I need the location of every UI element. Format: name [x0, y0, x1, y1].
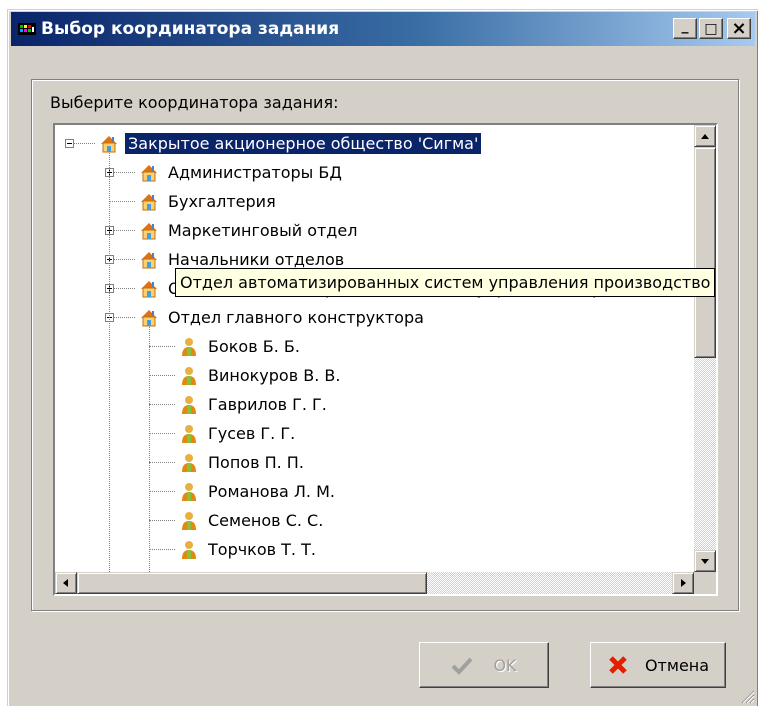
arrow-right-icon — [681, 579, 686, 587]
employee-node[interactable]: Боков Б. Б. — [179, 333, 303, 360]
scroll-left-button[interactable] — [55, 572, 77, 594]
ok-button[interactable]: OK — [419, 642, 549, 688]
employee-node[interactable]: Гусев Г. Г. — [179, 420, 298, 447]
tree-connector — [149, 346, 175, 347]
person-icon — [179, 366, 199, 386]
checkmark-icon — [451, 654, 473, 676]
tree-connector — [149, 375, 175, 376]
house-icon — [139, 192, 159, 212]
tree-connector — [109, 148, 110, 572]
tree-connector — [109, 201, 135, 202]
person-icon — [179, 540, 199, 560]
horizontal-scrollbar[interactable] — [55, 572, 694, 594]
employee-label: Гусев Г. Г. — [208, 424, 296, 443]
employee-node[interactable]: Романова Л. М. — [179, 478, 338, 505]
employee-label: Винокуров В. В. — [208, 366, 341, 385]
minimize-icon: _ — [681, 17, 689, 34]
employee-label: Боков Б. Б. — [208, 337, 300, 356]
scrollbar-corner — [694, 572, 716, 594]
maximize-icon: □ — [704, 20, 718, 37]
tree-connector — [149, 491, 175, 492]
arrow-left-icon — [63, 579, 68, 587]
person-icon — [179, 453, 199, 473]
employee-label: Романова Л. М. — [208, 482, 335, 501]
cancel-label: Отмена — [644, 655, 710, 675]
app-icon — [18, 21, 36, 37]
department-label: Отдел главного конструктора — [168, 308, 424, 327]
department-node[interactable]: Бухгалтерия — [139, 188, 279, 215]
scroll-up-button[interactable] — [694, 125, 716, 147]
tree-viewport: Закрытое акционерное общество 'Сигма' Адм… — [55, 125, 694, 572]
house-icon — [139, 250, 159, 270]
title-bar[interactable]: Выбор координатора задания _ □ × — [11, 12, 755, 46]
close-icon: × — [731, 17, 747, 39]
house-icon — [139, 221, 159, 241]
person-icon — [179, 337, 199, 357]
tree-root-node[interactable]: Закрытое акционерное общество 'Сигма' — [99, 130, 483, 157]
prompt-label: Выберите координатора задания: — [50, 93, 339, 112]
person-icon — [179, 424, 199, 444]
employee-node[interactable]: Попов П. П. — [179, 449, 307, 476]
cancel-button[interactable]: Отмена — [590, 642, 726, 688]
person-icon — [179, 482, 199, 502]
tree-connector — [149, 520, 175, 521]
tooltip: Отдел автоматизированных систем управлен… — [175, 268, 716, 297]
coordinator-tree[interactable]: Закрытое акционерное общество 'Сигма' Адм… — [53, 123, 718, 596]
vertical-scrollbar[interactable] — [694, 125, 716, 572]
employee-node[interactable]: Торчков Т. Т. — [179, 536, 319, 563]
minimize-button[interactable]: _ — [673, 18, 697, 39]
department-node[interactable]: Маркетинговый отдел — [139, 217, 360, 244]
department-label: Начальники отделов — [168, 250, 345, 269]
house-icon — [139, 163, 159, 183]
scroll-right-button[interactable] — [672, 572, 694, 594]
house-icon — [139, 279, 159, 299]
tree-connector — [149, 322, 150, 572]
employee-label: Попов П. П. — [208, 453, 304, 472]
tree-connector — [149, 549, 175, 550]
person-icon — [179, 395, 199, 415]
tree-connector — [149, 404, 175, 405]
maximize-button[interactable]: □ — [699, 18, 723, 39]
department-node[interactable]: Отдел главного конструктора — [139, 304, 427, 331]
department-node[interactable]: Администраторы БД — [139, 159, 345, 186]
close-button[interactable]: × — [727, 18, 751, 39]
tree-connector — [149, 462, 175, 463]
resize-grip[interactable] — [741, 689, 755, 704]
window-title: Выбор координатора задания — [41, 19, 340, 39]
ok-label: OK — [493, 655, 517, 675]
employee-node[interactable]: Семенов С. С. — [179, 507, 326, 534]
vertical-scroll-thumb[interactable] — [694, 147, 716, 358]
department-label: Бухгалтерия — [168, 192, 276, 211]
tree-connector — [149, 433, 175, 434]
person-icon — [179, 511, 199, 531]
red-x-icon — [607, 654, 629, 676]
employee-node[interactable]: Винокуров В. В. — [179, 362, 343, 389]
employee-node[interactable]: Гаврилов Г. Г. — [179, 391, 330, 418]
collapse-icon[interactable] — [65, 139, 74, 148]
department-label: Администраторы БД — [168, 163, 342, 182]
scroll-down-button[interactable] — [694, 550, 716, 572]
root-label: Закрытое акционерное общество 'Сигма' — [123, 132, 483, 155]
employee-label: Семенов С. С. — [208, 511, 324, 530]
arrow-down-icon — [701, 559, 709, 564]
arrow-up-icon — [701, 134, 709, 139]
horizontal-scroll-thumb[interactable] — [77, 572, 427, 594]
employee-label: Торчков Т. Т. — [208, 540, 316, 559]
department-label: Маркетинговый отдел — [168, 221, 358, 240]
employee-label: Гаврилов Г. Г. — [208, 395, 327, 414]
